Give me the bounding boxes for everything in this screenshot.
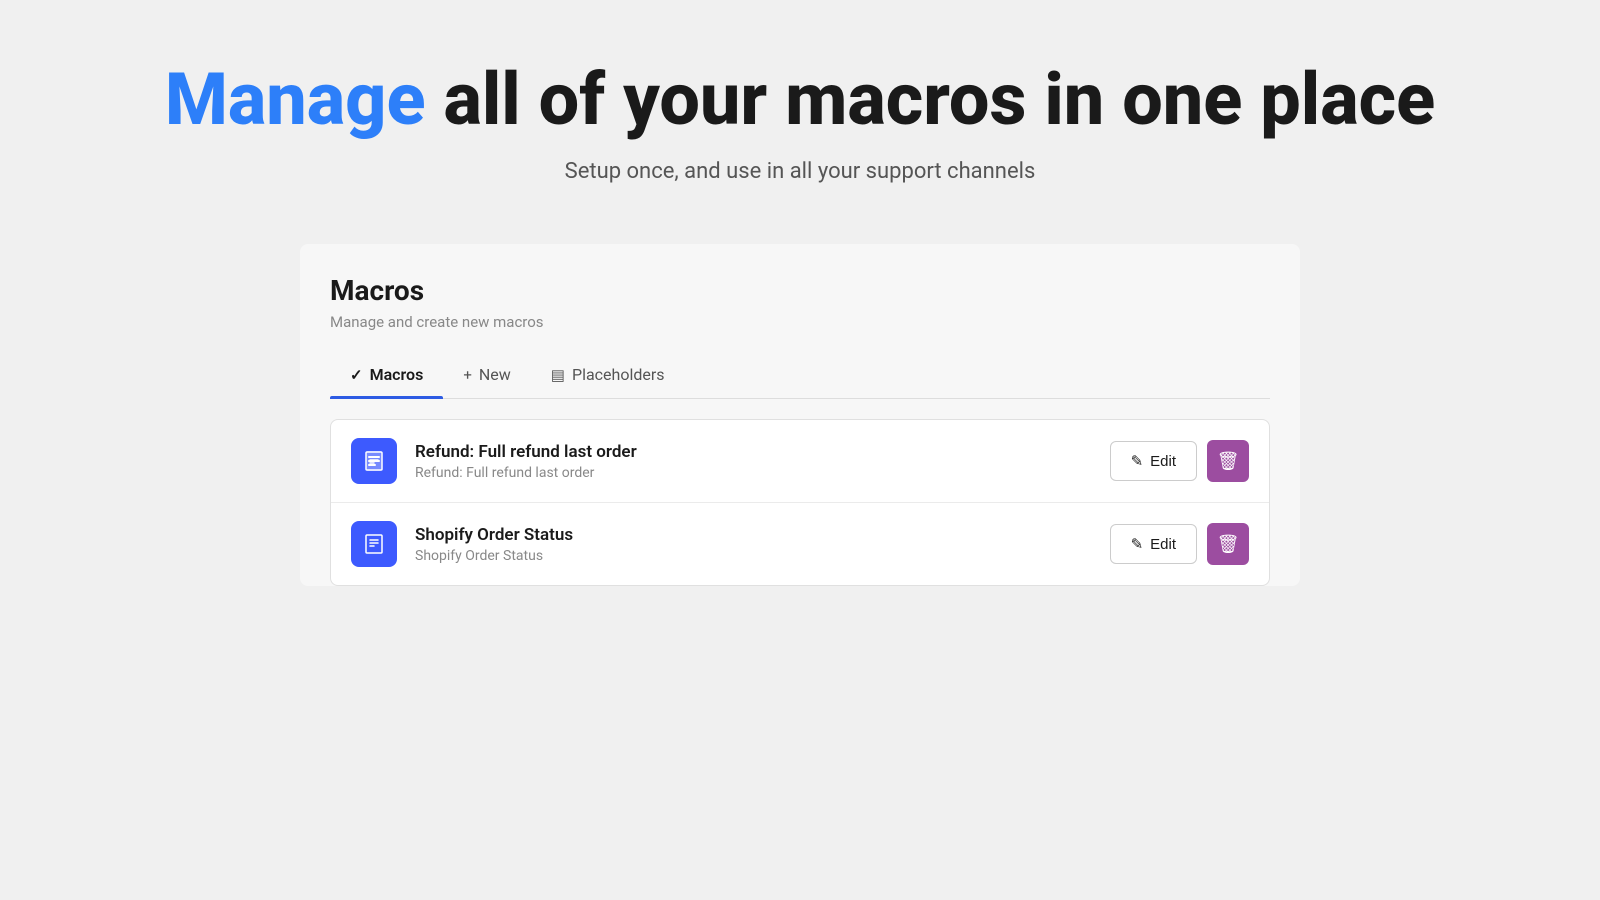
plus-icon: +: [463, 366, 472, 384]
delete-button-1[interactable]: 🗑: [1207, 440, 1249, 482]
check-icon: ✓: [350, 366, 363, 384]
document-icon-2: [362, 532, 386, 556]
hero-subtitle: Setup once, and use in all your support …: [165, 159, 1435, 184]
edit-label-2: Edit: [1150, 536, 1176, 553]
macro-item-2: Shopify Order Status Shopify Order Statu…: [331, 503, 1269, 585]
document-icon-1: [362, 449, 386, 473]
edit-label-1: Edit: [1150, 453, 1176, 470]
macro-info-2: Shopify Order Status Shopify Order Statu…: [415, 525, 1110, 564]
macro-desc-1: Refund: Full refund last order: [415, 465, 1110, 481]
macro-actions-1: ✎ Edit 🗑: [1110, 440, 1249, 482]
edit-icon-1: ✎: [1131, 452, 1144, 470]
trash-icon-1: 🗑: [1217, 451, 1240, 472]
tab-new-label: New: [479, 365, 511, 384]
edit-button-1[interactable]: ✎ Edit: [1110, 441, 1197, 481]
tabs-container: ✓ Macros + New ▤ Placeholders: [330, 351, 1270, 399]
tab-new[interactable]: + New: [443, 351, 530, 398]
hero-section: Manage all of your macros in one place S…: [165, 60, 1435, 184]
tab-placeholders-label: Placeholders: [572, 365, 665, 384]
macro-item-1: Refund: Full refund last order Refund: F…: [331, 420, 1269, 503]
list-icon: ▤: [551, 366, 565, 384]
panel-subtitle: Manage and create new macros: [330, 313, 1270, 331]
macros-list: Refund: Full refund last order Refund: F…: [330, 419, 1270, 586]
macro-actions-2: ✎ Edit 🗑: [1110, 523, 1249, 565]
tab-macros-label: Macros: [370, 365, 424, 384]
tab-macros[interactable]: ✓ Macros: [330, 351, 443, 398]
macro-info-1: Refund: Full refund last order Refund: F…: [415, 442, 1110, 481]
macro-name-2: Shopify Order Status: [415, 525, 1110, 545]
hero-title-highlight: Manage: [165, 57, 426, 142]
edit-button-2[interactable]: ✎ Edit: [1110, 524, 1197, 564]
panel-title: Macros: [330, 274, 1270, 307]
macro-desc-2: Shopify Order Status: [415, 548, 1110, 564]
edit-icon-2: ✎: [1131, 535, 1144, 553]
tab-placeholders[interactable]: ▤ Placeholders: [531, 351, 685, 398]
macro-icon-1: [351, 438, 397, 484]
macro-icon-2: [351, 521, 397, 567]
hero-title: Manage all of your macros in one place: [165, 60, 1435, 139]
hero-title-rest: all of your macros in one place: [426, 57, 1436, 142]
delete-button-2[interactable]: 🗑: [1207, 523, 1249, 565]
trash-icon-2: 🗑: [1217, 534, 1240, 555]
page-container: Manage all of your macros in one place S…: [0, 0, 1600, 900]
macros-panel: Macros Manage and create new macros ✓ Ma…: [300, 244, 1300, 586]
macro-name-1: Refund: Full refund last order: [415, 442, 1110, 462]
